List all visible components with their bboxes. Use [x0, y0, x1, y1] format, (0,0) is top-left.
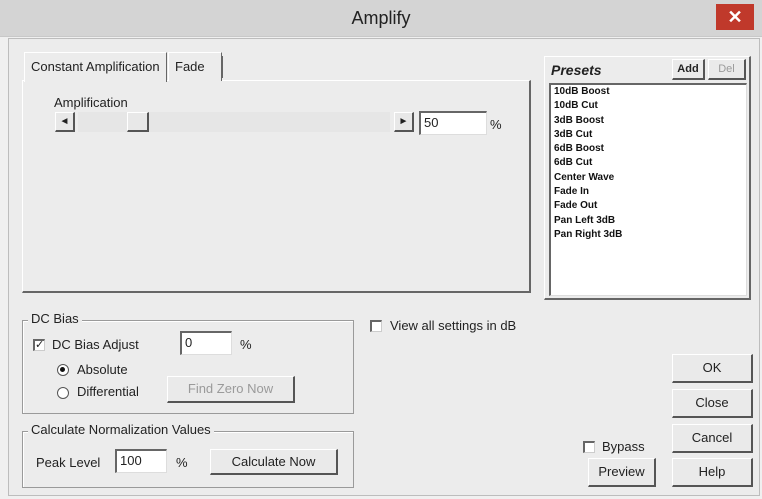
preset-item[interactable]: 6dB Cut	[551, 156, 746, 170]
slider-left-button[interactable]: ◄	[55, 112, 75, 132]
absolute-radio[interactable]	[57, 364, 69, 376]
view-db-checkbox[interactable]	[370, 320, 382, 332]
preset-item[interactable]: 3dB Boost	[551, 114, 746, 128]
peak-level-input[interactable]: 100	[115, 449, 167, 473]
peak-level-label: Peak Level	[36, 455, 101, 470]
checkmark-icon: ✓	[35, 339, 45, 351]
amplification-label: Amplification	[54, 95, 128, 110]
preset-item[interactable]: Fade Out	[551, 199, 746, 213]
dc-bias-unit: %	[240, 337, 252, 352]
preview-button[interactable]: Preview	[588, 458, 656, 487]
ok-button[interactable]: OK	[672, 354, 753, 383]
delete-preset-button[interactable]: Del	[708, 59, 746, 80]
find-zero-now-button[interactable]: Find Zero Now	[167, 376, 295, 403]
arrow-right-icon: ►	[398, 116, 409, 127]
add-preset-button[interactable]: Add	[672, 59, 705, 80]
close-icon: ✕	[727, 7, 743, 27]
preset-item[interactable]: 6dB Boost	[551, 142, 746, 156]
preset-item[interactable]: Pan Right 3dB	[551, 228, 746, 242]
preset-item[interactable]: Center Wave	[551, 171, 746, 185]
tab-divider	[222, 56, 223, 78]
calculate-now-button[interactable]: Calculate Now	[210, 449, 338, 475]
preset-item[interactable]: Pan Left 3dB	[551, 214, 746, 228]
bypass-checkbox[interactable]	[583, 441, 595, 453]
dc-bias-input[interactable]: 0	[180, 331, 232, 355]
tab-constant-amplification[interactable]: Constant Amplification	[24, 52, 167, 82]
tab-label: Constant Amplification	[31, 59, 160, 74]
amplification-input[interactable]: 50	[419, 111, 487, 135]
preset-item[interactable]: 10dB Boost	[551, 85, 746, 99]
absolute-label: Absolute	[77, 362, 128, 377]
differential-radio[interactable]	[57, 387, 69, 399]
presets-title: Presets	[551, 62, 602, 78]
bypass-label: Bypass	[602, 439, 645, 454]
dc-bias-adjust-label: DC Bias Adjust	[52, 337, 139, 352]
tab-label: Fade	[175, 59, 205, 74]
amplification-unit: %	[490, 117, 502, 132]
differential-label: Differential	[77, 384, 139, 399]
help-button[interactable]: Help	[672, 458, 753, 487]
view-db-label: View all settings in dB	[390, 318, 517, 333]
peak-level-unit: %	[176, 455, 188, 470]
presets-list: 10dB Boost 10dB Cut 3dB Boost 3dB Cut 6d…	[549, 83, 747, 296]
slider-right-button[interactable]: ►	[394, 112, 414, 132]
title-bar: Amplify ✕	[0, 0, 762, 37]
dc-bias-adjust-checkbox[interactable]: ✓	[33, 339, 45, 351]
dc-bias-group-label: DC Bias	[28, 311, 82, 326]
close-button[interactable]: Close	[672, 389, 753, 418]
window-title: Amplify	[351, 8, 411, 28]
normalization-group-label: Calculate Normalization Values	[28, 422, 214, 437]
cancel-button[interactable]: Cancel	[672, 424, 753, 453]
preset-item[interactable]: 10dB Cut	[551, 99, 746, 113]
preset-item[interactable]: 3dB Cut	[551, 128, 746, 142]
close-window-button[interactable]: ✕	[716, 4, 754, 30]
arrow-left-icon: ◄	[59, 116, 70, 127]
amplification-slider-track[interactable]	[78, 112, 390, 132]
preset-item[interactable]: Fade In	[551, 185, 746, 199]
amplification-slider-thumb[interactable]	[127, 112, 150, 132]
tab-fade[interactable]: Fade	[168, 52, 222, 81]
